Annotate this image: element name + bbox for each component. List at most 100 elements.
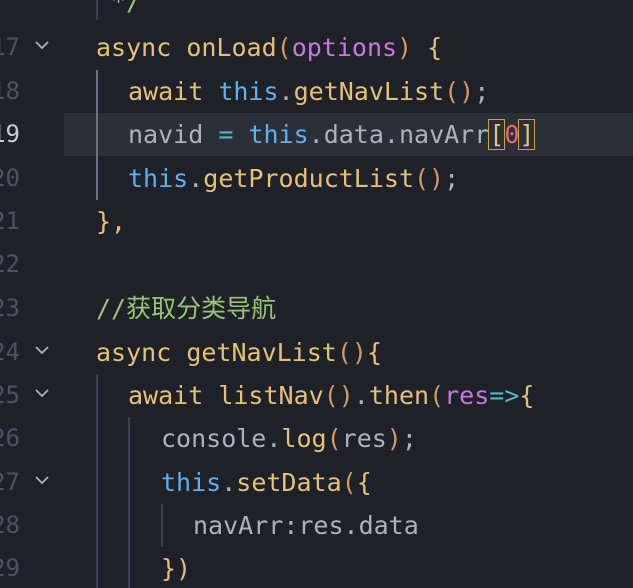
code-line[interactable]: 29}) (0, 547, 633, 588)
line-number: 18 (0, 77, 20, 105)
indent-guide (96, 0, 98, 20)
fold-chevron-icon[interactable] (33, 36, 51, 54)
code-token: { (356, 468, 372, 497)
code-token: { (366, 338, 382, 367)
code-token: async (96, 338, 187, 367)
code-text: this.getProductList(); (128, 157, 459, 200)
code-token: }, (96, 207, 127, 236)
code-token: navid (128, 120, 219, 149)
line-number: 20 (0, 164, 20, 192)
code-token: res (444, 381, 490, 410)
line-number: 19 (0, 120, 20, 148)
code-token: [ (488, 119, 506, 150)
code-token: //获取分类导航 (96, 294, 277, 323)
code-token: getProductList (203, 164, 414, 193)
code-token: async (96, 33, 187, 62)
code-token: this (248, 120, 309, 149)
code-line[interactable]: 22 (0, 243, 633, 286)
code-token: . (278, 77, 294, 106)
code-token: listNav (218, 381, 324, 410)
line-number: 27 (0, 468, 20, 496)
fold-chevron-icon[interactable] (33, 384, 51, 402)
code-token: ] (518, 119, 536, 150)
code-token: options (291, 33, 398, 62)
line-number: 21 (0, 207, 20, 235)
code-line[interactable]: 28 navArr:res.data (0, 504, 633, 547)
code-token: ; (474, 77, 490, 106)
code-token: this (218, 77, 279, 106)
code-token: getNavList (186, 338, 337, 367)
line-number: 29 (0, 554, 20, 582)
code-token: ) (386, 424, 402, 453)
code-editor[interactable]: */17async onLoad(options) {18await this.… (0, 0, 633, 588)
code-token: then (368, 381, 430, 410)
code-token: 0 (504, 120, 520, 149)
code-text: }, (96, 200, 126, 243)
indent-guide (128, 417, 130, 588)
code-text: navid = this.data.navArr[0] (128, 113, 536, 156)
code-token: ) (397, 33, 413, 62)
code-token: .data (343, 511, 419, 540)
code-token: ( (429, 381, 445, 410)
fold-chevron-icon[interactable] (33, 341, 51, 359)
code-line[interactable]: 23 //获取分类导航 (0, 287, 633, 330)
code-token: : (283, 511, 299, 540)
code-token: . (221, 468, 237, 497)
code-text: await listNav().then(res=>{ (128, 374, 534, 417)
code-token: setData (236, 468, 342, 497)
code-token: await (128, 77, 219, 106)
code-line[interactable]: 27 this.setData({ (0, 461, 633, 504)
line-number (0, 0, 20, 23)
line-number: 17 (0, 33, 20, 61)
code-token: navArr (193, 511, 284, 540)
indent-guide (161, 504, 163, 547)
code-token: getNavList (293, 77, 445, 106)
code-token: ( (276, 33, 292, 62)
code-token: ; (444, 164, 460, 193)
code-line[interactable]: 25 await listNav().then(res=>{ (0, 374, 633, 417)
code-token: () (336, 338, 367, 367)
code-token: = (218, 120, 234, 149)
code-text: }) (161, 547, 191, 588)
code-line[interactable]: 17 async onLoad(options) { (0, 26, 633, 69)
code-text: await this.getNavList(); (128, 70, 489, 113)
code-token: { (412, 33, 443, 62)
code-line[interactable]: 18 await this.getNavList(); (0, 70, 633, 113)
code-text: */ (96, 0, 141, 23)
code-token: () (323, 381, 354, 410)
line-number: 28 (0, 511, 20, 539)
code-token: ; (401, 424, 417, 453)
indent-guide (96, 70, 98, 200)
code-line[interactable]: */ (0, 0, 633, 23)
code-token: this (161, 468, 222, 497)
code-token: await (128, 381, 219, 410)
code-token: ( (341, 468, 357, 497)
indent-guide (96, 374, 98, 588)
line-number: 22 (0, 250, 20, 278)
code-token: { (519, 381, 535, 410)
code-token: console (161, 424, 267, 453)
code-token: this (128, 164, 189, 193)
code-token: () (414, 164, 445, 193)
code-line[interactable]: 20 this.getProductList(); (0, 157, 633, 200)
code-token: log (281, 424, 327, 453)
code-token: () (444, 77, 475, 106)
code-line[interactable]: 24 async getNavList(){ (0, 331, 633, 374)
line-number: 26 (0, 424, 20, 452)
code-token: */ (96, 0, 142, 16)
code-line[interactable]: 21}, (0, 200, 633, 243)
line-number: 23 (0, 294, 20, 322)
code-text: async getNavList(){ (96, 331, 382, 374)
code-token: res (298, 511, 344, 540)
line-number: 25 (0, 381, 20, 409)
code-line[interactable]: 19 navid = this.data.navArr[0] (0, 113, 633, 156)
code-text: this.setData({ (161, 461, 372, 504)
code-text: navArr:res.data (193, 504, 419, 547)
fold-chevron-icon[interactable] (33, 471, 51, 489)
code-token: . (353, 381, 369, 410)
code-line[interactable]: 26 console.log(res); (0, 417, 633, 460)
line-number: 24 (0, 338, 20, 366)
code-token: . (266, 424, 282, 453)
code-token: res (341, 424, 387, 453)
